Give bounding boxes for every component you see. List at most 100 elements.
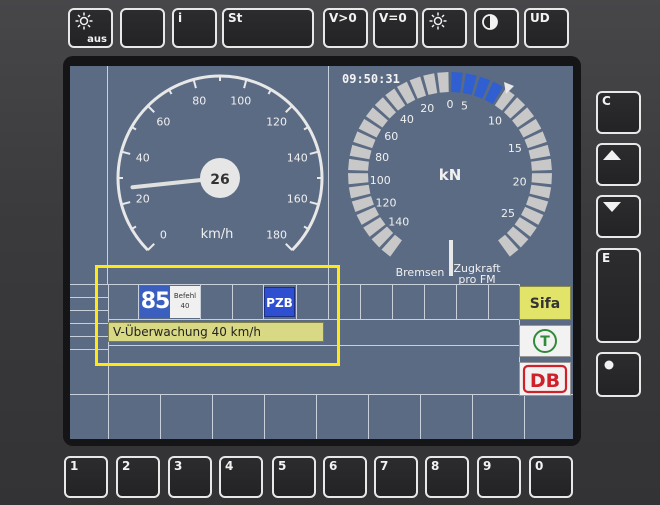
display-screen: 09:50:31 0 20 40 60 80 100 120 140 160 180 26 km/… bbox=[70, 66, 573, 439]
traction-tick-label: 10 bbox=[488, 114, 502, 127]
speed-tick bbox=[121, 150, 131, 155]
brake-tick-label: 140 bbox=[388, 216, 409, 229]
db-logo: DB bbox=[519, 362, 571, 396]
db-logo-icon: DB bbox=[522, 364, 568, 394]
triangle-up-icon bbox=[603, 150, 621, 160]
speed-tick bbox=[192, 79, 197, 89]
key-v-equal-zero[interactable]: V=0 bbox=[373, 8, 418, 48]
key-label: 7 bbox=[380, 459, 389, 473]
force-segment bbox=[531, 173, 552, 185]
key-9[interactable]: 9 bbox=[477, 456, 521, 498]
brake-tick-label: 0 bbox=[447, 98, 454, 111]
force-unit: kN bbox=[439, 166, 462, 184]
key-brightness[interactable] bbox=[422, 8, 467, 48]
key-label: 8 bbox=[431, 459, 440, 473]
key-5[interactable]: 5 bbox=[272, 456, 316, 498]
key-6[interactable]: 6 bbox=[323, 456, 367, 498]
key-e[interactable]: E bbox=[596, 248, 641, 343]
key-label: 3 bbox=[174, 459, 183, 473]
key-sub-label: aus bbox=[87, 34, 107, 45]
divider-vertical bbox=[212, 394, 213, 439]
highlight-frame bbox=[95, 265, 340, 366]
t-indicator: T bbox=[519, 325, 571, 357]
current-speed: 26 bbox=[210, 172, 229, 188]
t-circle-icon: T bbox=[533, 329, 557, 353]
key-0[interactable]: 0 bbox=[529, 456, 573, 498]
speed-tick bbox=[303, 225, 309, 230]
force-segment bbox=[348, 184, 371, 199]
force-segment bbox=[529, 184, 552, 199]
traction-tick-label: 20 bbox=[513, 175, 527, 188]
key-v-greater-zero[interactable]: V>0 bbox=[323, 8, 368, 48]
divider-vertical bbox=[472, 394, 473, 439]
divider-vertical bbox=[160, 394, 161, 439]
dot-icon bbox=[604, 360, 614, 370]
key-4[interactable]: 4 bbox=[219, 456, 263, 498]
brake-label: Bremsen bbox=[396, 266, 445, 279]
key-label: 9 bbox=[483, 459, 492, 473]
speed-tick bbox=[147, 243, 155, 251]
key-7[interactable]: 7 bbox=[374, 456, 418, 498]
db-logo-text: DB bbox=[530, 370, 560, 392]
key-label: C bbox=[602, 94, 611, 108]
speed-tick bbox=[131, 126, 137, 131]
speed-tick-label: 180 bbox=[266, 229, 287, 242]
divider-vertical bbox=[420, 394, 421, 439]
key-up[interactable] bbox=[596, 143, 641, 186]
divider-vertical bbox=[360, 284, 361, 320]
speed-tick bbox=[303, 126, 309, 131]
key-label: UD bbox=[530, 11, 550, 25]
t-symbol: T bbox=[540, 334, 550, 350]
brake-tick-label: 60 bbox=[384, 130, 398, 143]
traction-tick-label: 25 bbox=[501, 207, 515, 220]
force-segment bbox=[349, 144, 372, 160]
speed-tick bbox=[243, 79, 248, 89]
speed-tick-label: 80 bbox=[192, 95, 206, 108]
key-st[interactable]: St bbox=[222, 8, 314, 48]
key-label: 1 bbox=[70, 459, 79, 473]
key-info[interactable]: i bbox=[172, 8, 217, 48]
force-gauge: 020406080100120140510152025 kN Bremsen Z… bbox=[348, 72, 552, 284]
key-label: V>0 bbox=[329, 11, 357, 25]
speed-tick-label: 160 bbox=[287, 193, 308, 206]
divider-vertical bbox=[316, 394, 317, 439]
divider-horizontal bbox=[70, 394, 573, 395]
divider-vertical bbox=[524, 394, 525, 439]
key-ud[interactable]: UD bbox=[524, 8, 569, 48]
key-1[interactable]: 1 bbox=[64, 456, 108, 498]
force-segment bbox=[528, 144, 551, 160]
key-brightness-off[interactable]: aus bbox=[68, 8, 113, 48]
sun-icon bbox=[75, 12, 93, 30]
brake-tick-label: 20 bbox=[420, 102, 434, 115]
key-label: V=0 bbox=[379, 11, 407, 25]
force-segment bbox=[348, 158, 369, 171]
key-8[interactable]: 8 bbox=[425, 456, 469, 498]
brake-tick-label: 40 bbox=[400, 113, 414, 126]
speed-tick bbox=[285, 243, 293, 251]
triangle-down-icon bbox=[603, 202, 621, 212]
divider-vertical bbox=[456, 284, 457, 320]
divider-vertical bbox=[108, 394, 109, 439]
key-blank[interactable] bbox=[120, 8, 165, 48]
key-label: 5 bbox=[278, 459, 287, 473]
contrast-icon bbox=[482, 14, 498, 30]
speed-tick bbox=[131, 225, 137, 230]
speed-tick-label: 140 bbox=[287, 151, 308, 164]
speed-tick bbox=[168, 89, 173, 95]
key-3[interactable]: 3 bbox=[168, 456, 212, 498]
force-segment-active bbox=[451, 72, 463, 93]
key-label: 6 bbox=[329, 459, 338, 473]
key-c[interactable]: C bbox=[596, 91, 641, 134]
speed-tick-label: 0 bbox=[160, 229, 167, 242]
key-contrast[interactable] bbox=[474, 8, 519, 48]
key-2[interactable]: 2 bbox=[116, 456, 160, 498]
key-label: 0 bbox=[535, 459, 544, 473]
force-segment bbox=[348, 173, 369, 185]
speed-unit: km/h bbox=[201, 227, 234, 242]
speed-tick-label: 100 bbox=[230, 95, 251, 108]
key-down[interactable] bbox=[596, 195, 641, 238]
sun-icon bbox=[429, 12, 447, 30]
key-dot[interactable] bbox=[596, 352, 641, 397]
speed-tick-label: 40 bbox=[136, 151, 150, 164]
speed-tick bbox=[285, 105, 293, 113]
